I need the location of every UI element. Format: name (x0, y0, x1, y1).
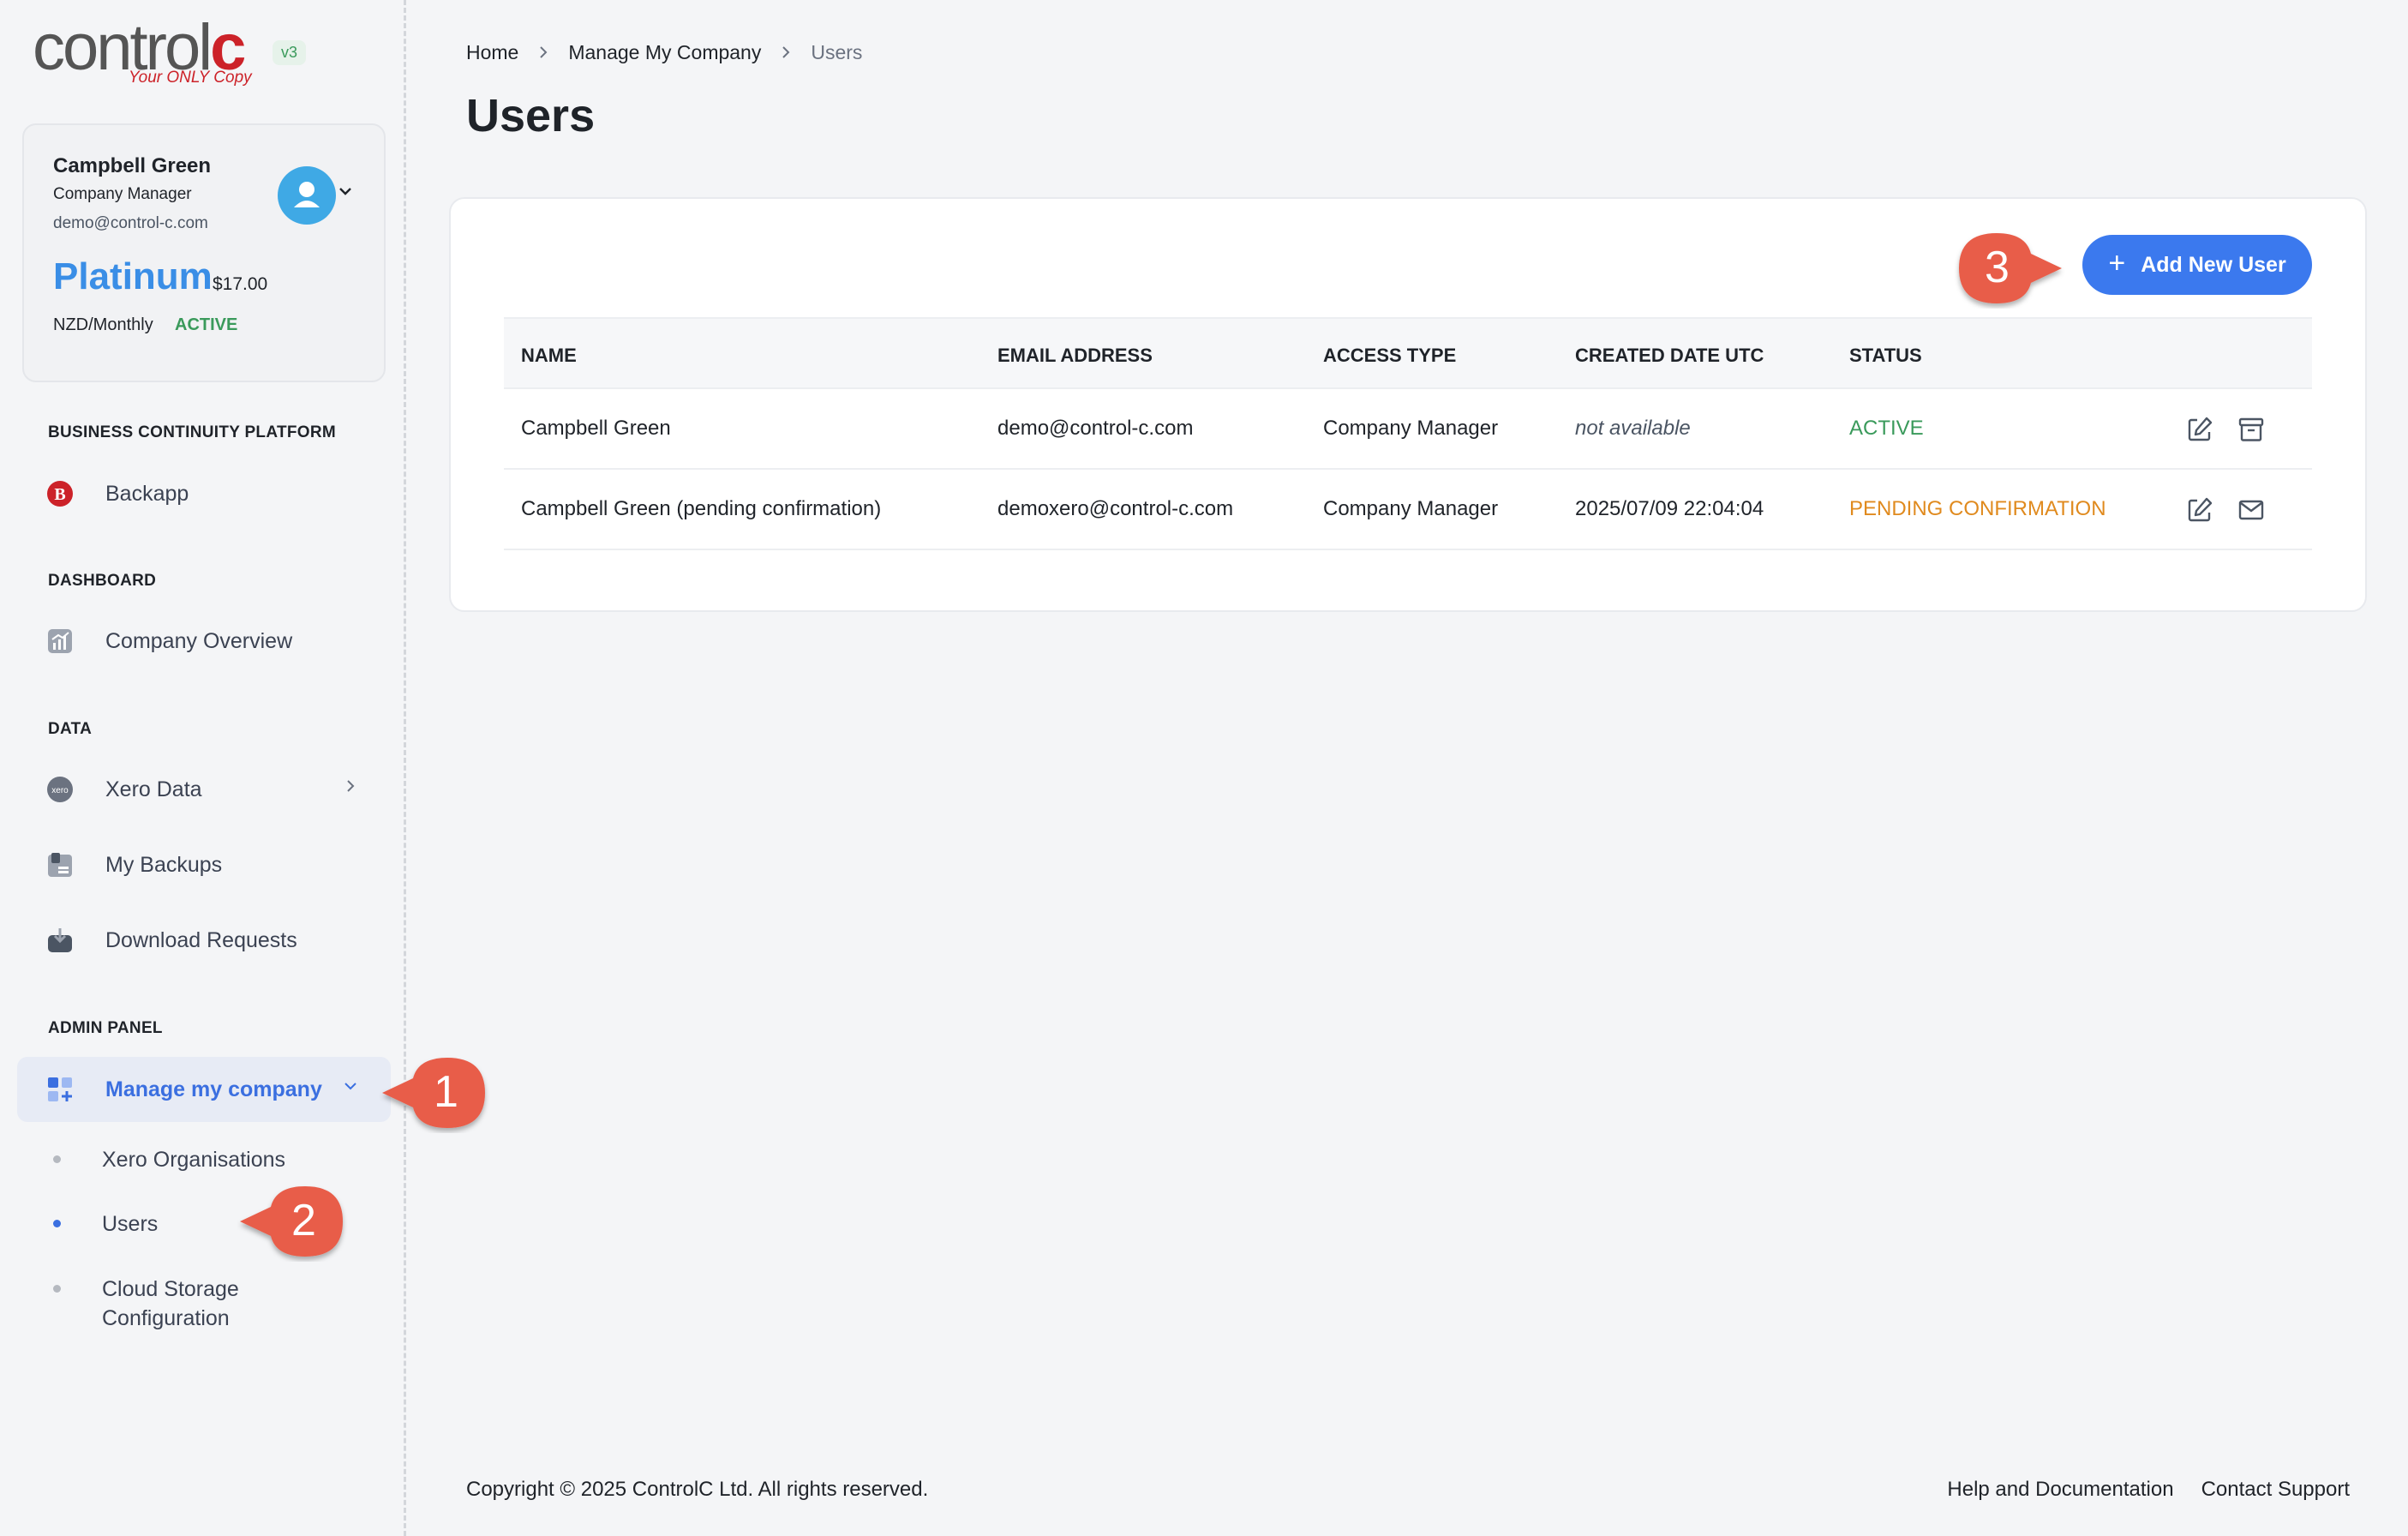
column-header-status[interactable]: STATUS (1849, 345, 1922, 367)
backapp-icon: B (47, 481, 73, 507)
cell-access-type: Company Manager (1323, 417, 1499, 440)
sidebar-item-xero-data[interactable]: xero Xero Data (17, 757, 391, 822)
section-title-admin-panel: ADMIN PANEL (48, 1019, 163, 1037)
plan-name: Platinum (53, 255, 213, 297)
sidebar-item-label: Xero Data (105, 777, 202, 801)
callout-number: 1 (434, 1067, 458, 1117)
sidebar-item-label: Backapp (105, 482, 189, 506)
plan-status: ACTIVE (175, 315, 238, 334)
version-badge: v3 (273, 40, 307, 65)
sidebar-subitem-label: Users (102, 1212, 159, 1236)
edit-icon[interactable] (2185, 495, 2214, 525)
column-header-email[interactable]: EMAIL ADDRESS (997, 345, 1153, 367)
table-row: Campbell Green demo@control-c.com Compan… (504, 389, 2312, 470)
column-header-access-type[interactable]: ACCESS TYPE (1323, 345, 1456, 367)
cell-email: demoxero@control-c.com (997, 497, 1234, 520)
table-row: Campbell Green (pending confirmation) de… (504, 470, 2312, 550)
profile-card: Campbell Green Company Manager demo@cont… (22, 123, 386, 382)
page-title: Users (466, 90, 596, 141)
sidebar-subitem-label-line2: Configuration (102, 1306, 230, 1330)
breadcrumb-manage-my-company[interactable]: Manage My Company (568, 41, 761, 64)
profile-name: Campbell Green (53, 154, 212, 177)
sidebar-subitem-label: Xero Organisations (102, 1148, 286, 1172)
sidebar-subitem-label: Cloud Storage (102, 1277, 239, 1301)
breadcrumb-home[interactable]: Home (466, 41, 518, 64)
sidebar-item-backapp[interactable]: B Backapp (17, 461, 391, 526)
download-icon (48, 928, 72, 952)
cell-created-date: 2025/07/09 22:04:04 (1575, 497, 1764, 520)
status-badge: PENDING CONFIRMATION (1849, 497, 2106, 520)
section-title-data: DATA (48, 720, 93, 738)
bullet-dot (53, 1220, 61, 1227)
help-documentation-link[interactable]: Help and Documentation (1947, 1478, 2173, 1502)
svg-text:xero: xero (51, 786, 69, 795)
sidebar-item-company-overview[interactable]: Company Overview (17, 609, 391, 674)
cell-created-date: not available (1575, 417, 1691, 440)
breadcrumb: Home Manage My Company Users (466, 41, 862, 64)
xero-icon: xero (47, 777, 73, 802)
mail-icon[interactable] (2237, 495, 2266, 525)
contact-support-link[interactable]: Contact Support (2201, 1478, 2350, 1502)
table-header: NAME EMAIL ADDRESS ACCESS TYPE CREATED D… (504, 317, 2312, 389)
column-header-created-date[interactable]: CREATED DATE UTC (1575, 345, 1764, 367)
column-header-name[interactable]: NAME (521, 345, 577, 367)
backups-icon (48, 853, 72, 877)
profile-email: demo@control-c.com (53, 214, 208, 232)
callout-number: 3 (1985, 243, 2010, 292)
chevron-right-icon (537, 42, 549, 64)
cell-email: demo@control-c.com (997, 417, 1194, 440)
sidebar-item-label: Download Requests (105, 928, 297, 952)
cell-name: Campbell Green (521, 417, 671, 440)
logo-tagline: Your ONLY Copy (129, 69, 252, 87)
sidebar-item-download-requests[interactable]: Download Requests (17, 908, 391, 973)
section-title-dashboard: DASHBOARD (48, 572, 157, 590)
avatar[interactable] (278, 166, 336, 225)
chevron-right-icon (343, 776, 358, 800)
sidebar-item-label: Manage my company (105, 1077, 322, 1101)
cell-name: Campbell Green (pending confirmation) (521, 497, 882, 520)
profile-role: Company Manager (53, 185, 192, 203)
sidebar: controlc Your ONLY Copy v3 Campbell Gree… (0, 0, 406, 1536)
edit-icon[interactable] (2185, 415, 2214, 444)
sidebar-item-label: Company Overview (105, 629, 293, 653)
plan-price: $17.00 (213, 274, 268, 294)
add-new-user-button[interactable]: + Add New User (2082, 235, 2312, 295)
chevron-down-icon[interactable] (338, 182, 353, 204)
section-title-business-continuity: BUSINESS CONTINUITY PLATFORM (48, 423, 336, 441)
footer-links: Help and Documentation Contact Support (1947, 1478, 2350, 1502)
sidebar-item-my-backups[interactable]: My Backups (17, 832, 391, 897)
bullet-dot (53, 1155, 61, 1163)
user-icon (294, 182, 320, 207)
plus-icon: + (2108, 246, 2126, 279)
grid-plus-icon (48, 1077, 72, 1101)
cell-access-type: Company Manager (1323, 497, 1499, 520)
plan-period: NZD/Monthly (53, 315, 153, 334)
callout-marker-2: 2 (237, 1181, 348, 1262)
svg-text:B: B (54, 485, 65, 504)
callout-marker-1: 1 (379, 1053, 490, 1133)
chart-icon (48, 629, 72, 653)
callout-number: 2 (291, 1196, 316, 1245)
chevron-down-icon (343, 1076, 358, 1100)
callout-marker-3: 3 (1954, 228, 2065, 309)
chevron-right-icon (780, 42, 792, 64)
sidebar-item-manage-my-company[interactable]: Manage my company (17, 1057, 391, 1122)
status-badge: ACTIVE (1849, 417, 1924, 440)
bullet-dot (53, 1285, 61, 1293)
sidebar-item-label: My Backups (105, 853, 223, 877)
copyright-text: Copyright © 2025 ControlC Ltd. All right… (466, 1478, 929, 1501)
breadcrumb-users: Users (811, 41, 863, 63)
archive-icon[interactable] (2237, 415, 2266, 444)
add-new-user-label: Add New User (2141, 252, 2286, 277)
